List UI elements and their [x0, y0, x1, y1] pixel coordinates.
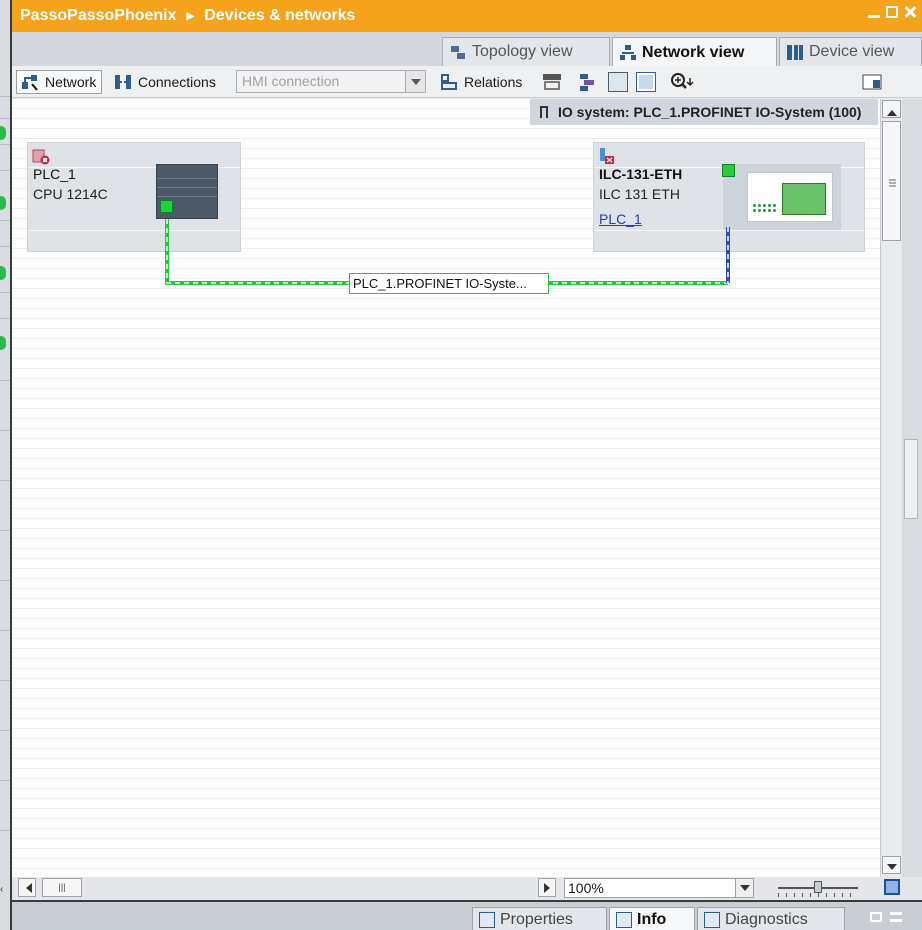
- tab-label: Network view: [642, 43, 745, 61]
- task-card-tab[interactable]: [904, 439, 918, 519]
- connections-label: Connections: [138, 74, 216, 90]
- horizontal-scroll-thumb[interactable]: |||: [42, 878, 82, 897]
- zoom-value: 100%: [568, 880, 604, 896]
- zoom-select[interactable]: 100%: [564, 878, 754, 898]
- network-mode-label: Network: [45, 74, 97, 90]
- breadcrumb-project[interactable]: PassoPassoPhoenix: [20, 7, 177, 25]
- network-canvas[interactable]: PLC_1 CPU 1214C ILC-131-ETH ILC 131 ETH …: [12, 99, 880, 877]
- overview-navigation-icon[interactable]: [884, 879, 900, 895]
- table-layout-icon[interactable]: [608, 72, 628, 92]
- scroll-right-button[interactable]: [538, 878, 556, 897]
- chevron-down-icon[interactable]: [735, 879, 753, 897]
- scroll-left-button[interactable]: [18, 878, 36, 897]
- relations-button[interactable]: Relations: [440, 70, 522, 94]
- chevron-left-icon[interactable]: ‹: [0, 884, 3, 895]
- zoom-slider-knob[interactable]: [814, 881, 822, 893]
- info-icon: [616, 912, 632, 928]
- vertical-scrollbar[interactable]: [880, 99, 902, 877]
- minimize-panel-icon[interactable]: [890, 912, 902, 922]
- pin-icon[interactable]: [540, 106, 548, 118]
- minimize-icon[interactable]: [868, 6, 880, 18]
- status-ok-icon: [0, 196, 6, 210]
- scroll-thumb[interactable]: [882, 121, 901, 241]
- project-tree-edge: ‹: [0, 0, 12, 930]
- relations-icon: [441, 74, 457, 90]
- topology-icon: [449, 43, 467, 61]
- restore-icon[interactable]: [886, 6, 898, 18]
- task-cards-strip: [902, 99, 922, 877]
- split-layout-icon[interactable]: [636, 72, 656, 92]
- tab-label: Info: [637, 911, 667, 928]
- close-icon[interactable]: [904, 6, 916, 18]
- network-mode-button[interactable]: Network: [16, 70, 102, 94]
- network-toolbar: Network Connections HMI connection Relat…: [12, 66, 922, 98]
- tab-properties[interactable]: Properties: [472, 907, 607, 930]
- show-names-icon[interactable]: [542, 72, 562, 92]
- diagnostics-icon: [704, 912, 720, 928]
- tab-label: Topology view: [472, 43, 573, 60]
- network-mode-icon: [22, 75, 38, 91]
- breadcrumb-separator-icon: ▶: [186, 10, 195, 22]
- scroll-up-button[interactable]: [882, 100, 901, 118]
- status-ok-icon: [0, 336, 6, 350]
- canvas-status-bar: ||| 100%: [12, 877, 922, 899]
- chevron-down-icon[interactable]: [405, 71, 425, 92]
- status-ok-icon: [0, 126, 6, 140]
- inspector-window-tabs: Properties Info Diagnostics: [12, 900, 922, 930]
- io-system-label: IO system: PLC_1.PROFINET IO-System (100…: [558, 104, 862, 120]
- zoom-slider[interactable]: [778, 881, 858, 897]
- connections-icon: [115, 75, 131, 89]
- zoom-in-icon[interactable]: [670, 72, 694, 92]
- connections-mode-button[interactable]: Connections: [114, 70, 216, 94]
- tab-network-view[interactable]: Network view: [612, 37, 777, 67]
- view-tabs: Topology view Network view Device view: [12, 32, 922, 67]
- network-icon: [619, 43, 637, 62]
- tab-topology-view[interactable]: Topology view: [442, 37, 610, 66]
- tab-label: Device view: [809, 43, 895, 60]
- connection-type-select[interactable]: HMI connection: [236, 70, 426, 93]
- device-icon: [786, 43, 804, 61]
- tab-label: Properties: [500, 911, 573, 928]
- profinet-subnet-line[interactable]: [12, 99, 880, 359]
- tab-device-view[interactable]: Device view: [779, 37, 922, 66]
- panel-layout-icon[interactable]: [862, 72, 882, 92]
- io-system-banner[interactable]: IO system: PLC_1.PROFINET IO-System (100…: [530, 99, 878, 125]
- network-overview-icon[interactable]: [578, 72, 598, 92]
- relations-label: Relations: [464, 74, 523, 90]
- connection-type-value: HMI connection: [242, 73, 340, 89]
- tab-info[interactable]: Info: [609, 907, 695, 930]
- tab-label: Diagnostics: [725, 911, 808, 928]
- editor-title-bar: PassoPassoPhoenix ▶ Devices & networks: [12, 0, 922, 32]
- breadcrumb-section[interactable]: Devices & networks: [204, 7, 355, 25]
- scroll-down-button[interactable]: [882, 856, 901, 874]
- status-ok-icon: [0, 266, 6, 280]
- restore-panel-icon[interactable]: [870, 912, 882, 922]
- profinet-subnet-label[interactable]: PLC_1.PROFINET IO-Syste...: [349, 273, 549, 294]
- tab-diagnostics[interactable]: Diagnostics: [697, 907, 845, 930]
- properties-icon: [479, 912, 495, 928]
